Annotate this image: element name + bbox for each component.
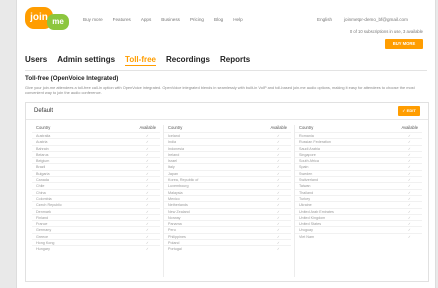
nav-blog[interactable]: Blog — [214, 17, 223, 22]
nav-features[interactable]: Features — [113, 17, 131, 22]
section-title: Toll-free (OpenVoice Integrated) — [25, 75, 119, 82]
panel-title: Default — [34, 108, 54, 114]
check-icon: ✓ — [276, 247, 280, 252]
nav-business[interactable]: Business — [161, 17, 180, 22]
page: join me Buy more Features Apps Business … — [0, 0, 438, 288]
available-header: Available — [270, 125, 287, 130]
country-column-1: Country Available Australia ✓ Austria ✓ Bahr… — [32, 125, 160, 277]
user-email[interactable]: joinmetpr-demo_bf@gmail.com — [344, 17, 408, 22]
column-header: Country Available — [295, 125, 422, 132]
table-row: Portugal ✓ — [164, 245, 291, 251]
nav-apps[interactable]: Apps — [141, 17, 151, 22]
country-header: Country — [299, 125, 314, 130]
country-name: Viet Nam — [299, 234, 315, 239]
nav-buy-more[interactable]: Buy more — [83, 17, 103, 22]
column-header: Country Available — [32, 125, 160, 132]
settings-tabs: Users Admin settings Toll-free Recording… — [25, 55, 260, 66]
country-header: Country — [168, 125, 183, 130]
tab-recordings[interactable]: Recordings — [166, 55, 210, 66]
available-header: Available — [401, 125, 418, 130]
panel-header: Default ✓ EDIT — [26, 103, 428, 120]
country-name: Portugal — [168, 247, 182, 252]
country-name: Hungary — [36, 247, 50, 252]
buy-more-button[interactable]: BUY MORE — [385, 39, 423, 49]
tab-users[interactable]: Users — [25, 55, 47, 66]
check-icon: ✓ — [407, 234, 411, 239]
tab-reports[interactable]: Reports — [220, 55, 250, 66]
table-row: Hungary ✓ — [32, 245, 160, 251]
country-header: Country — [36, 125, 51, 130]
section-description: Give your join.me attendees a toll-free … — [25, 85, 415, 95]
default-panel: Default ✓ EDIT Country Available Austral… — [25, 102, 429, 282]
country-columns: Country Available Australia ✓ Austria ✓ Bahr… — [32, 125, 422, 277]
available-header: Available — [139, 125, 156, 130]
main-card: join me Buy more Features Apps Business … — [16, 0, 436, 288]
country-column-3: Country Available Romania ✓ Russian Federa… — [294, 125, 422, 277]
tabs-divider — [25, 70, 427, 71]
top-nav: Buy more Features Apps Business Pricing … — [83, 17, 253, 22]
logo-me: me — [47, 14, 69, 30]
language-selector[interactable]: English — [317, 17, 332, 22]
country-column-2: Country Available Iceland ✓ India ✓ Indonesi… — [163, 125, 291, 277]
subscription-status: 0 of 10 subscriptions in use, 3 availabl… — [349, 29, 423, 34]
check-icon: ✓ — [145, 247, 149, 252]
edit-button[interactable]: ✓ EDIT — [398, 106, 420, 116]
nav-help[interactable]: Help — [233, 17, 242, 22]
tab-toll-free[interactable]: Toll-free — [125, 55, 156, 66]
column-header: Country Available — [164, 125, 291, 132]
table-row: Viet Nam ✓ — [295, 232, 422, 239]
nav-pricing[interactable]: Pricing — [190, 17, 204, 22]
joinme-logo[interactable]: join me — [25, 7, 71, 31]
tab-admin-settings[interactable]: Admin settings — [57, 55, 115, 66]
